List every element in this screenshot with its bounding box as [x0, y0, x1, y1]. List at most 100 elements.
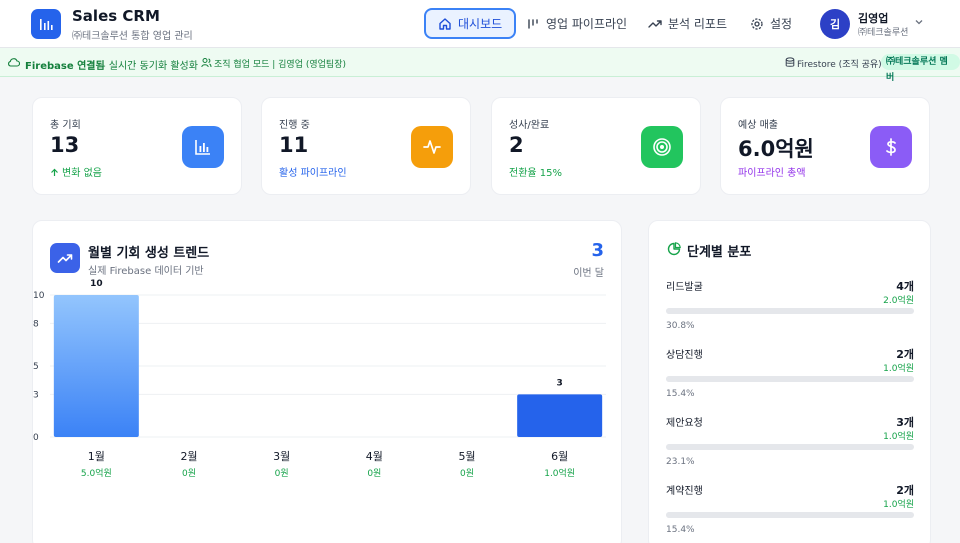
- database-label: Firestore (조직 공유): [797, 60, 882, 70]
- firebase-status: Firebase 연결됨: [25, 61, 105, 72]
- x-amount-label: 0원: [275, 468, 289, 479]
- kpi-label: 진행 중: [279, 120, 310, 131]
- app-title: Sales CRM: [72, 7, 160, 25]
- x-amount-label: 0원: [367, 468, 381, 479]
- kpi-sub: 전환율 15%: [509, 168, 563, 179]
- kpi-value: 11: [279, 133, 309, 157]
- stage-percent: 15.4%: [666, 525, 695, 535]
- member-badge: ㈜테크솔루션 멤버: [881, 54, 960, 83]
- database-icon: [785, 57, 795, 67]
- kpi-card-won: 성사/완료 2 전환율 15%: [491, 97, 701, 195]
- app-logo[interactable]: [31, 9, 61, 39]
- x-category-label: 6월: [551, 450, 568, 463]
- x-amount-label: 0원: [182, 468, 196, 479]
- stage-progress-track: [666, 376, 914, 382]
- stage-amount: 1.0억원: [883, 432, 914, 442]
- bar-1월: [53, 295, 139, 437]
- stage-count: 2개: [896, 484, 914, 497]
- stage-progress-fill: [666, 376, 705, 382]
- stage-name: 제안요청: [666, 418, 703, 429]
- y-tick-label: 10: [33, 291, 45, 301]
- stage-progress-track: [666, 444, 914, 450]
- bar-value-label: 3: [557, 378, 563, 388]
- stage-count: 2개: [896, 348, 914, 361]
- stage-progress-fill: [666, 444, 724, 450]
- nav-label: 설정: [770, 17, 793, 31]
- nav-reports[interactable]: 분석 리포트: [636, 8, 739, 39]
- x-category-label: 2월: [180, 450, 197, 463]
- kpi-sub: 파이프라인 총액: [738, 168, 806, 179]
- stage-progress-track: [666, 512, 914, 518]
- nav-label: 대시보드: [458, 17, 503, 31]
- kpi-value: 13: [50, 133, 80, 157]
- gear-icon: [750, 17, 764, 31]
- kpi-sub: 활성 파이프라인: [279, 168, 347, 179]
- kpi-label: 예상 매출: [738, 120, 778, 131]
- stage-progress-track: [666, 308, 914, 314]
- sync-status: - 실시간 동기화 활성화: [102, 61, 198, 72]
- stage-amount: 2.0억원: [883, 296, 914, 306]
- trending-icon: [648, 17, 662, 31]
- stage-name: 계약진행: [666, 486, 703, 497]
- x-category-label: 4월: [366, 450, 383, 463]
- stage-percent: 30.8%: [666, 321, 695, 331]
- bar-chart-icon: [40, 19, 53, 30]
- activity-icon: [411, 126, 453, 168]
- x-amount-label: 5.0억원: [81, 467, 112, 479]
- home-icon: [438, 17, 452, 31]
- stage-count: 4개: [896, 280, 914, 293]
- nav-settings[interactable]: 설정: [738, 8, 804, 39]
- kpi-card-total: 총 기회 13 변화 없음: [32, 97, 242, 195]
- kpi-value: 2: [509, 133, 524, 157]
- avatar[interactable]: 김: [820, 9, 850, 39]
- connection-status-bar: Firebase 연결됨 - 실시간 동기화 활성화 조직 협업 모드 | 김영…: [0, 48, 960, 83]
- bar-chart-icon: [182, 126, 224, 168]
- y-tick-label: 0: [33, 433, 39, 443]
- stage-row: 리드발굴 4개 2.0억원 30.8%: [666, 278, 914, 338]
- kpi-label: 성사/완료: [509, 120, 550, 131]
- nav-dashboard[interactable]: 대시보드: [424, 8, 517, 39]
- team-mode: 조직 협업 모드 | 김영업 (영업팀장): [214, 60, 346, 70]
- stage-percent: 15.4%: [666, 389, 695, 399]
- y-tick-label: 3: [33, 390, 39, 400]
- stage-progress-fill: [666, 308, 743, 314]
- kpi-card-in-progress: 진행 중 11 활성 파이프라인: [261, 97, 471, 195]
- pie-chart-icon: [667, 242, 681, 256]
- stage-name: 상담진행: [666, 350, 703, 361]
- stage-row: 제안요청 3개 1.0억원 23.1%: [666, 414, 914, 474]
- bar-value-label: 10: [90, 279, 103, 289]
- top-header: Sales CRM ㈜테크솔루션 통합 영업 관리 대시보드 영업 파이프라인 …: [0, 0, 960, 48]
- stage-amount: 1.0억원: [883, 364, 914, 374]
- x-amount-label: 1.0억원: [544, 467, 575, 479]
- stage-row: 계약진행 2개 1.0억원 15.4%: [666, 482, 914, 542]
- target-icon: [641, 126, 683, 168]
- x-category-label: 5월: [458, 450, 475, 463]
- chevron-down-icon[interactable]: [914, 17, 924, 27]
- distribution-title: 단계별 분포: [687, 245, 752, 260]
- nav-label: 영업 파이프라인: [546, 17, 628, 31]
- x-amount-label: 0원: [460, 468, 474, 479]
- kpi-value: 6.0억원: [738, 137, 814, 161]
- pipeline-icon: [526, 17, 540, 31]
- cloud-icon: [8, 58, 20, 67]
- trend-chart-card: 월별 기회 생성 트렌드 실제 Firebase 데이터 기반 3 이번 달 1…: [32, 220, 622, 543]
- stage-count: 3개: [896, 416, 914, 429]
- app-subtitle: ㈜테크솔루션 통합 영업 관리: [72, 31, 193, 42]
- users-icon: [201, 58, 212, 68]
- stage-percent: 23.1%: [666, 457, 695, 467]
- arrow-up-icon: [51, 168, 58, 176]
- bar-6월: [517, 394, 603, 437]
- stage-amount: 1.0억원: [883, 500, 914, 510]
- kpi-label: 총 기회: [50, 120, 81, 131]
- y-tick-label: 5: [33, 362, 39, 372]
- trend-bar-chart: 10 8 5 3 0 10 1월 5.0억원 2월 0원 3월 0원 4월 0원 5월 0원 3 6월 1.0억원: [33, 279, 606, 479]
- stage-name: 리드발굴: [666, 282, 703, 293]
- kpi-sub: 변화 없음: [50, 164, 102, 179]
- x-category-label: 3월: [273, 450, 290, 463]
- stage-distribution-card: 단계별 분포 리드발굴 4개 2.0억원 30.8% 상담진행 2개 1.0억원 15.4% 제…: [648, 220, 931, 543]
- kpi-card-revenue: 예상 매출 6.0억원 파이프라인 총액: [720, 97, 930, 195]
- nav-pipeline[interactable]: 영업 파이프라인: [514, 8, 639, 39]
- stage-row: 상담진행 2개 1.0억원 15.4%: [666, 346, 914, 406]
- user-name[interactable]: 김영업: [858, 10, 888, 26]
- y-tick-label: 8: [33, 319, 39, 329]
